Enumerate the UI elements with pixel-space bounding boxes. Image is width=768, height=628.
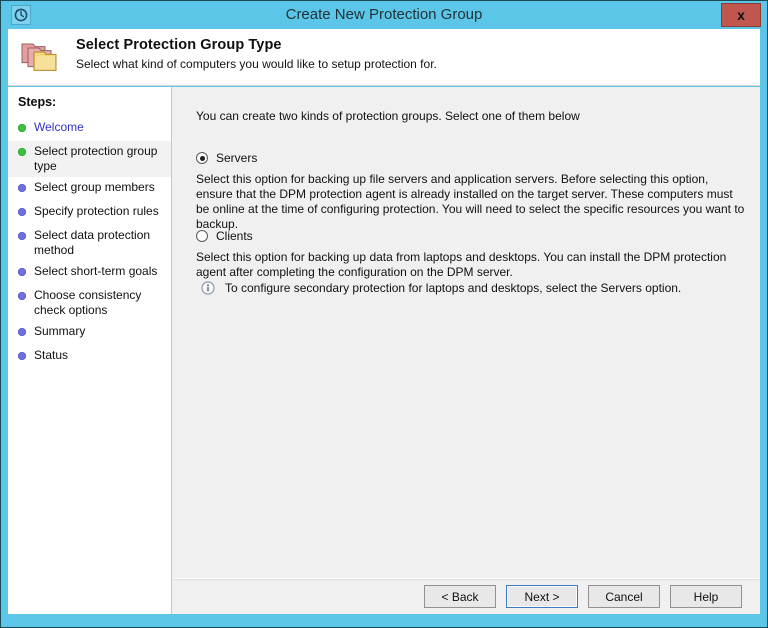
dialog-body: Steps: Welcome Select protection group ty… [8, 87, 760, 614]
button-group: < Back Next > Cancel Help [424, 585, 742, 608]
sidebar-step-select-short-term-goals[interactable]: Select short-term goals [8, 261, 171, 285]
option-servers-description: Select this option for backing up file s… [196, 172, 748, 232]
option-clients-description: Select this option for backing up data f… [196, 250, 748, 280]
step-bullet-icon [18, 148, 26, 156]
sidebar-step-label: Select data protection method [34, 228, 162, 258]
page-subtitle: Select what kind of computers you would … [76, 57, 437, 71]
back-button[interactable]: < Back [424, 585, 496, 608]
main-pane: You can create two kinds of protection g… [173, 87, 760, 614]
sidebar-step-select-protection-group-type[interactable]: Select protection group type [8, 141, 171, 177]
intro-text: You can create two kinds of protection g… [196, 109, 741, 123]
info-note: To configure secondary protection for la… [201, 281, 741, 300]
help-button[interactable]: Help [670, 585, 742, 608]
sidebar-step-choose-consistency-check-options[interactable]: Choose consistency check options [8, 285, 171, 321]
close-button[interactable]: x [721, 3, 761, 27]
sidebar-step-select-group-members[interactable]: Select group members [8, 177, 171, 201]
sidebar-step-label: Select protection group type [34, 144, 162, 174]
step-bullet-icon [18, 328, 26, 336]
sidebar-step-specify-protection-rules[interactable]: Specify protection rules [8, 201, 171, 225]
step-bullet-icon [18, 268, 26, 276]
folder-stack-icon [20, 37, 64, 77]
next-button[interactable]: Next > [506, 585, 578, 608]
step-bullet-icon [18, 208, 26, 216]
button-bar: < Back Next > Cancel Help [173, 580, 760, 614]
page-title: Select Protection Group Type [76, 37, 282, 53]
content-area: You can create two kinds of protection g… [173, 87, 760, 579]
sidebar-step-label: Select short-term goals [34, 264, 157, 279]
sidebar-step-label: Specify protection rules [34, 204, 159, 219]
sidebar-step-summary[interactable]: Summary [8, 321, 171, 345]
steps-list: Welcome Select protection group type Selec… [8, 117, 171, 369]
steps-heading: Steps: [18, 95, 56, 109]
option-clients-label: Clients [216, 229, 253, 243]
cancel-button[interactable]: Cancel [588, 585, 660, 608]
sidebar-step-label: Status [34, 348, 68, 363]
sidebar-step-label: Welcome [34, 120, 84, 135]
dialog-window: Create New Protection Group x Select Pro… [0, 0, 768, 628]
radio-servers[interactable] [196, 152, 208, 164]
radio-clients[interactable] [196, 230, 208, 242]
step-bullet-icon [18, 184, 26, 192]
sidebar-step-select-data-protection-method[interactable]: Select data protection method [8, 225, 171, 261]
option-servers-label: Servers [216, 151, 257, 165]
sidebar-step-label: Choose consistency check options [34, 288, 162, 318]
window-title: Create New Protection Group [1, 1, 767, 29]
option-servers[interactable]: Servers Select this option for backing u… [196, 151, 748, 232]
step-bullet-icon [18, 124, 26, 132]
steps-sidebar: Steps: Welcome Select protection group ty… [8, 87, 172, 614]
info-circle-icon [201, 281, 215, 300]
sidebar-step-label: Select group members [34, 180, 155, 195]
title-bar: Create New Protection Group x [1, 1, 767, 29]
option-clients[interactable]: Clients Select this option for backing u… [196, 229, 748, 280]
sidebar-step-welcome[interactable]: Welcome [8, 117, 171, 141]
sidebar-step-label: Summary [34, 324, 85, 339]
step-bullet-icon [18, 292, 26, 300]
sidebar-step-status[interactable]: Status [8, 345, 171, 369]
step-bullet-icon [18, 352, 26, 360]
wizard-header: Select Protection Group Type Select what… [8, 29, 760, 86]
info-note-text: To configure secondary protection for la… [225, 281, 681, 296]
recovery-clock-icon [11, 5, 31, 25]
step-bullet-icon [18, 232, 26, 240]
